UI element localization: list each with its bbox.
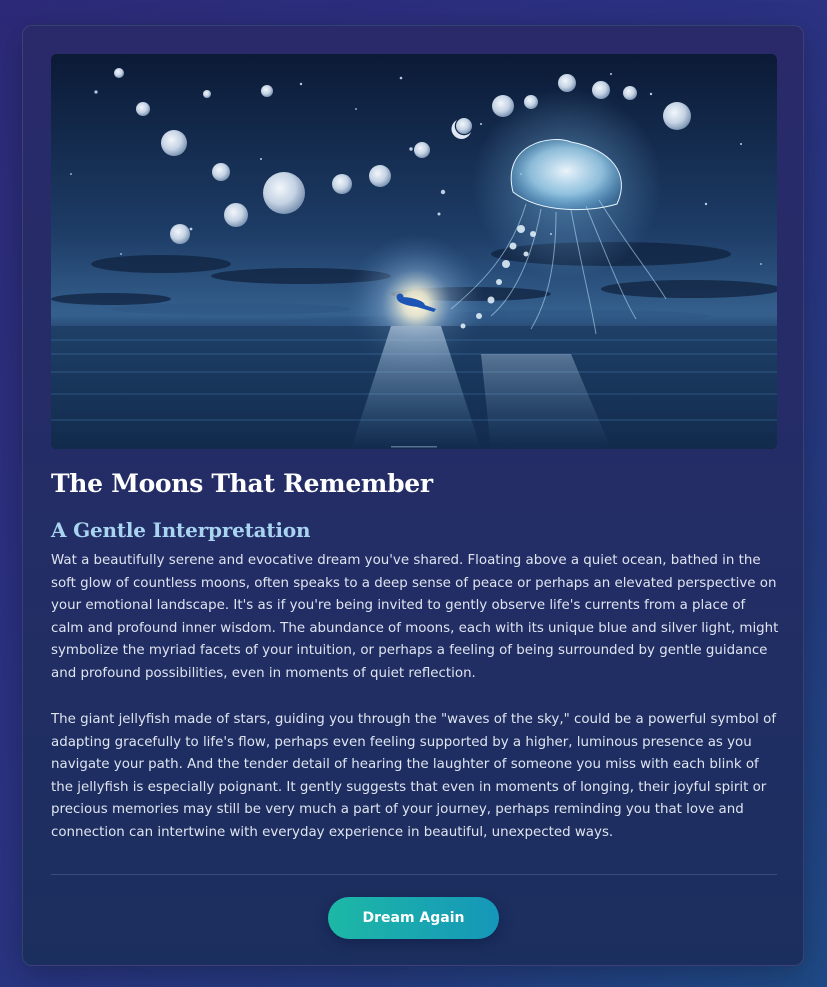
interpretation-paragraph: Wat a beautifully serene and evocative d…: [51, 553, 779, 681]
dream-again-button[interactable]: Dream Again: [328, 897, 499, 939]
interpretation-heading: A Gentle Interpretation: [51, 518, 311, 542]
dream-title: The Moons That Remember: [51, 469, 433, 498]
interpretation-paragraph: The giant jellyfish made of stars, guidi…: [51, 712, 777, 840]
dream-card: The Moons That Remember A Gentle Interpr…: [22, 25, 804, 966]
section-divider: [51, 874, 777, 875]
dream-image: [51, 54, 777, 449]
